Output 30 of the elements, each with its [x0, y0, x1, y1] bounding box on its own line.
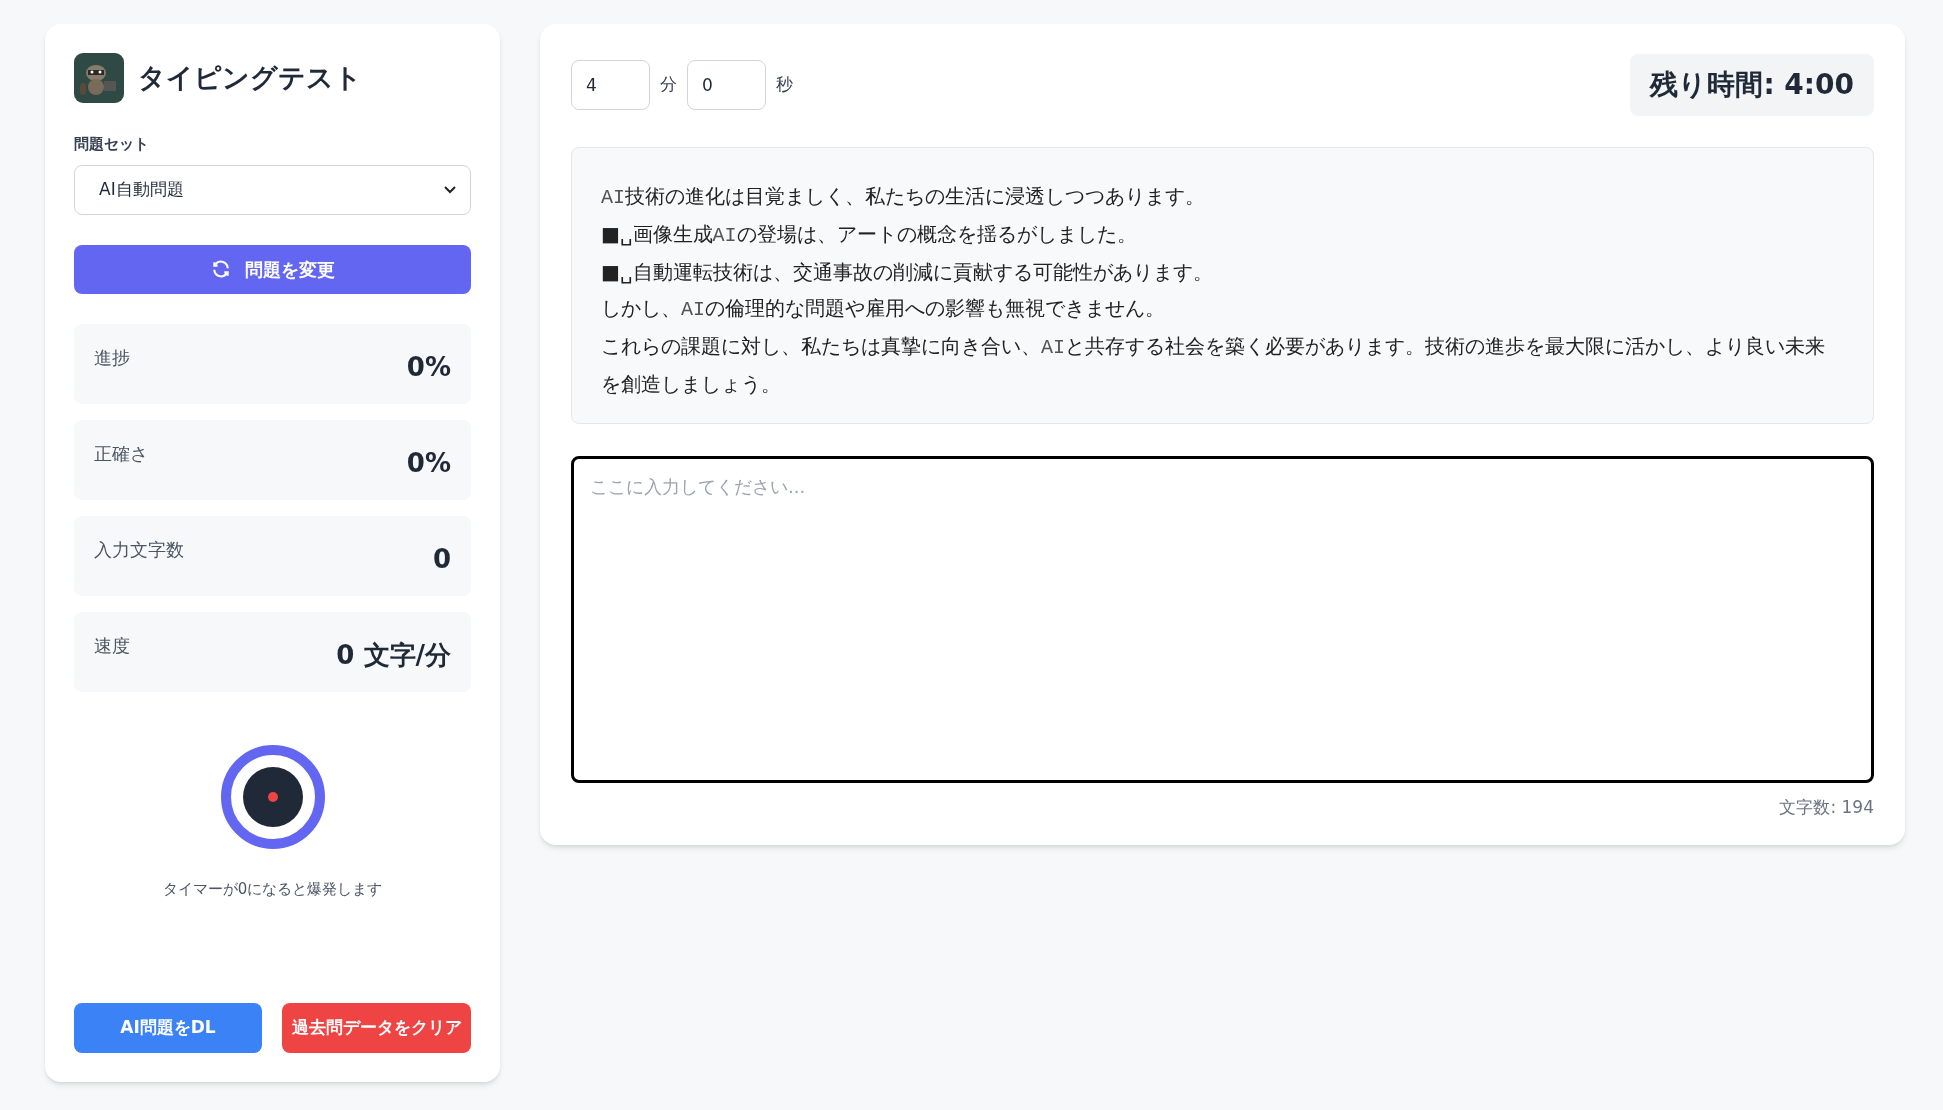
- char-count: 文字数: 194: [1779, 796, 1874, 819]
- typing-input[interactable]: ここに入力してください...: [571, 456, 1874, 783]
- stat-label: 正確さ: [94, 441, 148, 466]
- stat-label: 速度: [94, 633, 130, 658]
- raccoon-logo-icon: [74, 53, 124, 103]
- stat-value: 0: [432, 542, 451, 576]
- passage-line: これらの課題に対し、私たちは真摯に向き合い、AI と共存する社会を築く必要があります。技術の進歩を最大限に活かし、より良い未来を創造しましょう。: [601, 333, 1826, 398]
- bomb-caption: タイマーが0になると爆発します: [162, 878, 383, 900]
- passage-line: しかし、AIの倫理的な問題や雇用への影響も無視できません。: [601, 295, 1166, 323]
- minutes-input[interactable]: 4: [571, 60, 650, 110]
- stat-label: 入力文字数: [94, 537, 184, 562]
- seconds-unit: 秒: [776, 73, 793, 97]
- passage-line: ■␣自動運転技術は、交通事故の削減に貢献する可能性があります。: [601, 259, 1214, 286]
- stat-value: 0%: [406, 350, 451, 384]
- download-button[interactable]: AI問題をDL: [74, 1003, 262, 1053]
- app-title: タイピングテスト: [138, 60, 362, 95]
- stat-value: 0 文字/分: [336, 638, 451, 672]
- stat-value: 0%: [406, 446, 451, 480]
- seconds-input[interactable]: 0: [687, 60, 766, 110]
- passage-line: ■␣画像生成AIの登場は、アートの概念を揺るがしました。: [601, 221, 1138, 249]
- chevron-down-icon: [444, 185, 456, 194]
- refresh-icon: [210, 259, 231, 279]
- clear-data-button[interactable]: 過去問データをクリア: [282, 1003, 471, 1053]
- minutes-unit: 分: [660, 73, 677, 97]
- change-problem-button[interactable]: 問題を変更: [74, 244, 471, 294]
- stat-label: 進捗: [94, 345, 130, 370]
- remaining-time: 残り時間: 4:00: [1630, 54, 1874, 116]
- problem-set-label: 問題セット: [74, 134, 149, 155]
- problem-set-dropdown[interactable]: AI自動問題: [74, 164, 471, 215]
- passage-line: AI技術の進化は目覚ましく、私たちの生活に浸透しつつあります。: [601, 183, 1206, 211]
